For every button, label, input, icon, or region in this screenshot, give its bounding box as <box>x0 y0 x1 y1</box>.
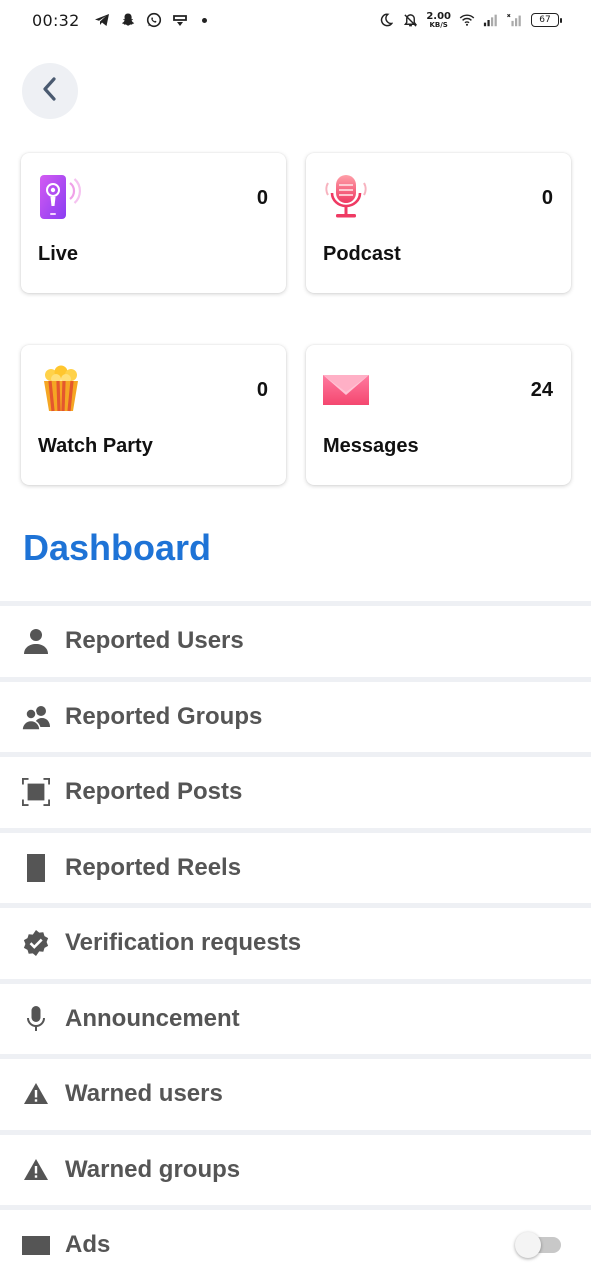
ad-icon <box>22 1231 50 1259</box>
menu-item-verification-requests[interactable]: Verification requests <box>0 903 591 979</box>
telegram-icon <box>94 12 110 28</box>
moon-icon <box>378 12 394 28</box>
podcast-card[interactable]: 0 Podcast <box>306 153 571 293</box>
menu-item-reported-users[interactable]: Reported Users <box>0 601 591 677</box>
status-bar: 00:32 2.00 KB/S 67 <box>0 0 591 40</box>
back-button[interactable] <box>22 63 78 119</box>
network-speed-value: 2.00 <box>426 10 451 22</box>
person-icon <box>22 627 50 655</box>
warning-icon <box>22 1156 50 1184</box>
square-frame-icon <box>22 778 50 807</box>
menu-item-label: Announcement <box>65 1004 240 1032</box>
menu-item-label: Reported Reels <box>65 853 242 881</box>
toggle-knob <box>515 1232 541 1259</box>
more-notifications-dot <box>201 17 207 23</box>
reel-icon <box>22 853 50 882</box>
chevron-left-icon <box>40 76 60 106</box>
watch-party-count: 0 <box>256 379 268 401</box>
menu-item-label: Reported Groups <box>65 702 263 730</box>
dashboard-title: Dashboard <box>23 527 212 568</box>
live-label: Live <box>38 243 79 265</box>
menu-item-reported-posts[interactable]: Reported Posts <box>0 752 591 828</box>
messages-count: 24 <box>530 379 553 401</box>
podcast-label: Podcast <box>323 243 401 265</box>
menu-item-announcement[interactable]: Announcement <box>0 978 591 1055</box>
people-icon <box>22 703 50 731</box>
battery-indicator: 67 <box>531 13 562 27</box>
menu-item-reported-groups[interactable]: Reported Groups <box>0 676 591 753</box>
menu-item-label: Warned groups <box>65 1155 241 1183</box>
verified-badge-icon <box>22 929 50 957</box>
snapchat-icon <box>120 12 136 28</box>
menu-item-label: Reported Posts <box>65 778 243 806</box>
network-speed-unit: KB/S <box>429 20 448 29</box>
envelope-icon <box>322 365 370 413</box>
microphone-icon <box>22 1005 50 1033</box>
menu-item-label: Warned users <box>65 1080 223 1108</box>
signal-icon <box>483 12 499 28</box>
messages-label: Messages <box>323 435 419 457</box>
dashboard-menu: Reported Users Reported Groups Reported … <box>0 601 591 1280</box>
menu-item-warned-groups[interactable]: Warned groups <box>0 1129 591 1206</box>
whatsapp-icon <box>146 12 162 28</box>
podcast-count: 0 <box>541 187 553 209</box>
watch-party-card[interactable]: 0 Watch Party <box>21 345 286 485</box>
live-phone-icon <box>37 173 85 221</box>
menu-item-label: Ads <box>65 1231 111 1259</box>
menu-item-label: Verification requests <box>65 929 302 957</box>
ads-toggle[interactable] <box>515 1232 561 1259</box>
popcorn-icon <box>37 365 85 413</box>
signal-no-service-icon <box>507 12 523 28</box>
bell-muted-icon <box>402 12 418 28</box>
live-card[interactable]: 0 Live <box>21 153 286 293</box>
wifi-icon <box>459 12 475 28</box>
menu-item-ads[interactable]: Ads <box>0 1205 591 1280</box>
live-count: 0 <box>256 187 268 209</box>
app-notification-icon <box>172 12 188 28</box>
status-time: 00:32 <box>32 10 80 30</box>
menu-item-label: Reported Users <box>65 627 244 655</box>
warning-icon <box>22 1080 50 1108</box>
messages-card[interactable]: 24 Messages <box>306 345 571 485</box>
microphone-icon <box>322 173 370 221</box>
menu-item-warned-users[interactable]: Warned users <box>0 1054 591 1130</box>
watch-party-label: Watch Party <box>38 435 153 457</box>
network-speed: 2.00 KB/S <box>426 10 451 29</box>
menu-item-reported-reels[interactable]: Reported Reels <box>0 827 591 904</box>
